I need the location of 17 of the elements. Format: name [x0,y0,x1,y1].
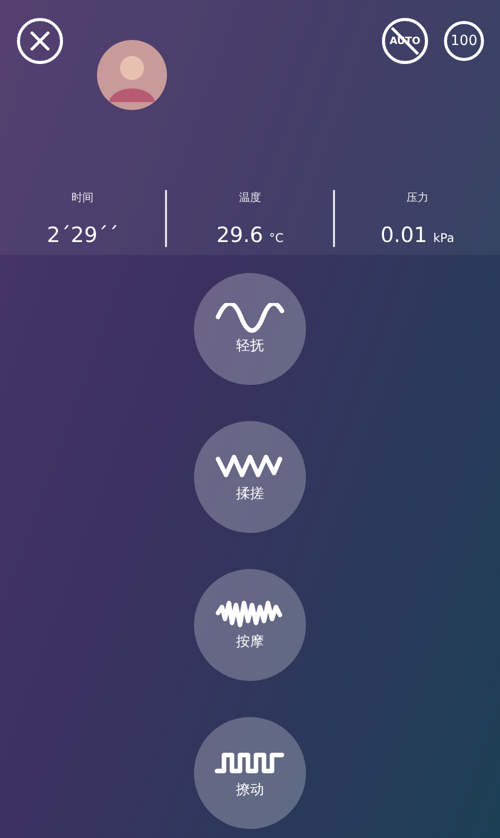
stat-value: 0.01 [380,223,428,247]
mode-button[interactable]: 按摩 [194,569,306,681]
sine-wave-icon [214,303,286,333]
mode-button[interactable]: 撩动 [194,717,306,829]
close-icon [29,30,51,52]
avatar-icon [97,40,167,110]
mode-button[interactable]: 轻抚 [194,273,306,385]
stat-label: 压力 [406,190,428,205]
stat-label: 温度 [238,190,261,205]
stat-value: 29.6 [216,223,264,247]
stat-label: 时间 [72,190,94,205]
close-button[interactable] [17,18,63,64]
mode-button[interactable]: 揉搓 [194,421,306,533]
stat-unit: °C [269,231,284,245]
intensity-button[interactable]: 100 [444,21,484,61]
stat-unit: kPa [433,231,454,245]
stat-value: 2´29´´ [46,223,118,247]
